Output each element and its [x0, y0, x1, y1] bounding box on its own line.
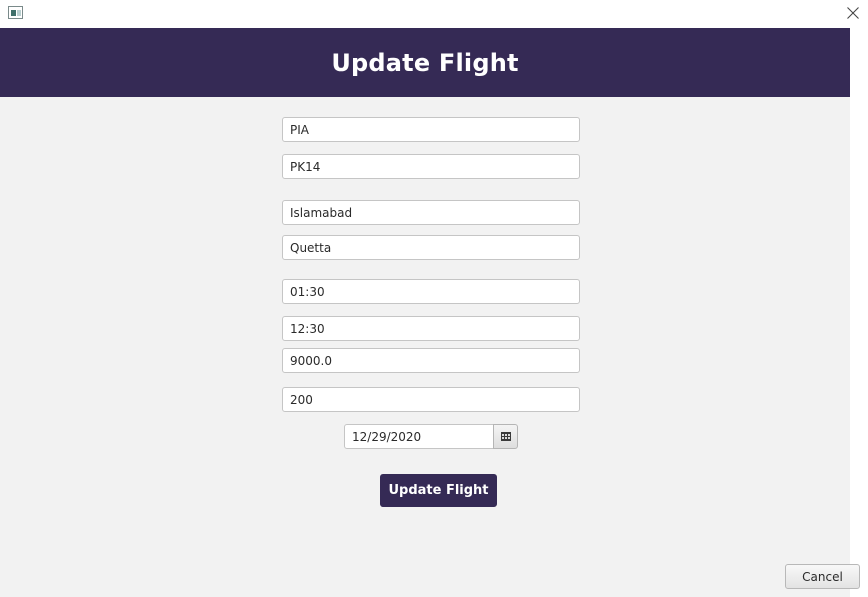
close-icon — [847, 7, 859, 19]
date-picker — [344, 424, 518, 449]
window-edge — [850, 28, 868, 597]
arrival-time-field[interactable] — [282, 316, 580, 341]
date-picker-button[interactable] — [493, 424, 518, 449]
seats-field[interactable] — [282, 387, 580, 412]
page-title: Update Flight — [331, 48, 519, 77]
app-icon — [8, 6, 23, 19]
window-titlebar — [0, 0, 868, 28]
origin-field[interactable] — [282, 200, 580, 225]
calendar-icon — [500, 432, 511, 441]
update-flight-button[interactable]: Update Flight — [380, 474, 497, 507]
window-close-button[interactable] — [838, 0, 868, 26]
cancel-button[interactable]: Cancel — [785, 564, 860, 589]
flight-number-field[interactable] — [282, 154, 580, 179]
destination-field[interactable] — [282, 235, 580, 260]
departure-time-field[interactable] — [282, 279, 580, 304]
fare-field[interactable] — [282, 348, 580, 373]
date-field[interactable] — [344, 424, 494, 449]
airline-field[interactable] — [282, 117, 580, 142]
header-banner: Update Flight — [0, 28, 850, 97]
